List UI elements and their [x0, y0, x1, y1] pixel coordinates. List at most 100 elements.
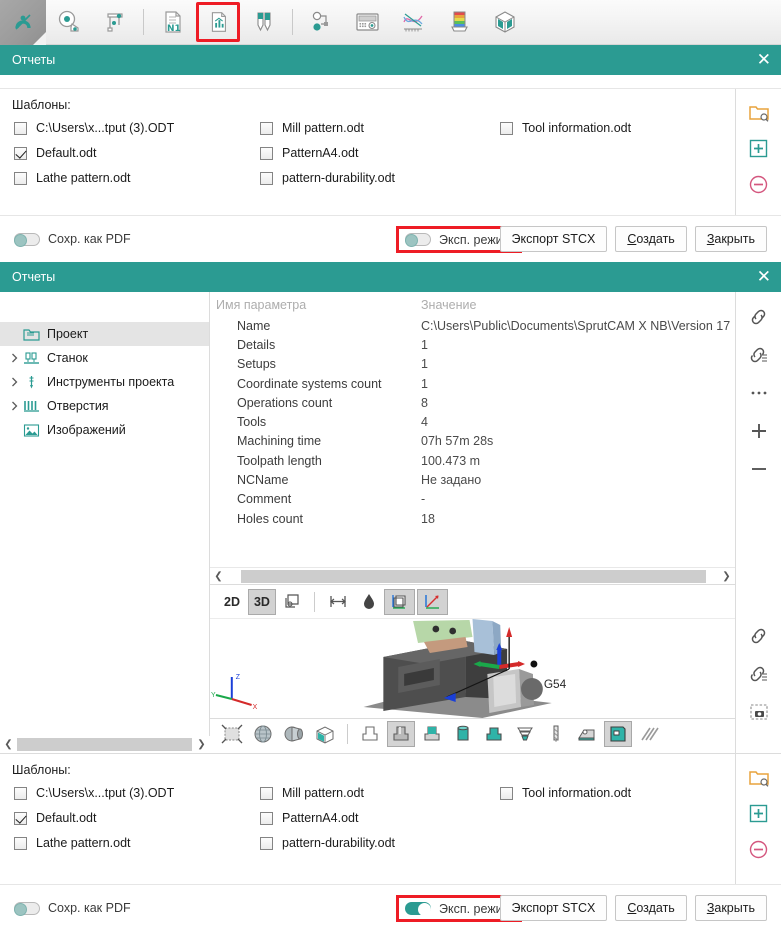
table-row[interactable]: Setups1 [210, 355, 735, 374]
tools-icon[interactable] [242, 2, 286, 42]
template-checkbox-row[interactable]: Default.odt [14, 808, 260, 828]
template-checkbox-row[interactable]: PatternA4.odt [260, 808, 500, 828]
sidebar-item-machine[interactable]: Станок [0, 346, 209, 370]
drill-bit-icon[interactable] [542, 721, 570, 747]
table-row[interactable]: Tools4 [210, 412, 735, 431]
sidebar-item-holes[interactable]: Отверстия [0, 394, 209, 418]
model-3d-viewport[interactable]: G54 Z X Y G54 [210, 618, 735, 718]
template-checkbox-row[interactable]: pattern-durability.odt [260, 833, 500, 853]
reports-icon[interactable] [196, 2, 240, 42]
link-list-icon[interactable] [746, 663, 772, 685]
chevron-right-icon[interactable] [6, 350, 22, 366]
template-checkbox-row[interactable]: Mill pattern.odt [260, 783, 500, 803]
checkbox-lathe-pattern[interactable] [14, 172, 27, 185]
holder-gray-icon[interactable] [387, 721, 415, 747]
scroll-right-arrow[interactable]: ❯ [193, 737, 210, 752]
checkbox-pattern-a4[interactable] [260, 147, 273, 160]
cnc-panel-icon[interactable] [345, 2, 389, 42]
template-checkbox-row[interactable]: C:\Users\x...tput (3).ODT [14, 118, 260, 138]
measure-probe-icon[interactable] [47, 2, 91, 42]
measure-width-icon[interactable] [322, 589, 354, 615]
table-row[interactable]: Details1 [210, 335, 735, 354]
chevron-right-icon[interactable] [6, 398, 22, 414]
checkbox-pattern-durability[interactable] [260, 837, 273, 850]
checkbox-user-output[interactable] [14, 787, 27, 800]
scrollbar-thumb[interactable] [17, 738, 192, 751]
view-2d-button[interactable]: 2D [218, 589, 246, 615]
scroll-left-arrow[interactable]: ❮ [0, 737, 17, 752]
caliper-icon[interactable] [93, 2, 137, 42]
scrollbar-track[interactable] [17, 737, 193, 752]
table-row[interactable]: Machining time07h 57m 28s [210, 432, 735, 451]
toggle-track[interactable] [14, 902, 40, 915]
bounding-box-icon[interactable] [384, 589, 415, 615]
wireframe-icon[interactable] [218, 721, 246, 747]
part-teal-icon[interactable] [604, 721, 632, 747]
table-row[interactable]: Operations count8 [210, 393, 735, 412]
fixture-icon[interactable] [573, 721, 601, 747]
globe-mesh-icon[interactable] [249, 721, 277, 747]
table-row[interactable]: NameC:\Users\Public\Documents\SprutCAM X… [210, 316, 735, 335]
create-button[interactable]: Создать [615, 895, 687, 921]
checkbox-pattern-durability[interactable] [260, 172, 273, 185]
checkbox-tool-information[interactable] [500, 122, 513, 135]
machine-schema-icon[interactable] [299, 2, 343, 42]
scroll-left-arrow[interactable]: ❮ [210, 569, 227, 584]
checkbox-default-odt[interactable] [14, 812, 27, 825]
link-list-icon[interactable] [746, 344, 772, 366]
sidebar-item-images[interactable]: Изображений [0, 418, 209, 442]
axes-vector-icon[interactable] [417, 589, 448, 615]
folder-search-icon[interactable] [746, 101, 772, 123]
table-row[interactable]: Holes count18 [210, 509, 735, 528]
tool-stacked-icon[interactable] [511, 721, 539, 747]
close-icon[interactable]: ✕ [757, 262, 771, 292]
checkbox-user-output[interactable] [14, 122, 27, 135]
export-stcx-button[interactable]: Экспорт STCX [500, 226, 608, 252]
template-checkbox-row[interactable]: pattern-durability.odt [260, 168, 500, 188]
stock-box-icon[interactable] [483, 2, 527, 42]
snapshot-icon[interactable] [278, 589, 307, 615]
template-checkbox-row[interactable]: Lathe pattern.odt [14, 833, 260, 853]
holder-teal-small-icon[interactable] [418, 721, 446, 747]
close-button[interactable]: Закрыть [695, 226, 767, 252]
template-checkbox-row[interactable]: C:\Users\x...tput (3).ODT [14, 783, 260, 803]
close-button[interactable]: Закрыть [695, 895, 767, 921]
tool-short-teal-icon[interactable] [480, 721, 508, 747]
checkbox-mill-pattern[interactable] [260, 122, 273, 135]
toolpath-graph-icon[interactable] [391, 2, 435, 42]
screenshot-icon[interactable] [746, 701, 772, 723]
scrollbar-track[interactable] [227, 569, 718, 584]
checkbox-pattern-a4[interactable] [260, 812, 273, 825]
sidebar-item-project-tools[interactable]: Инструменты проекта [0, 370, 209, 394]
view-3d-button[interactable]: 3D [248, 589, 276, 615]
magnet-logo-icon[interactable] [0, 0, 46, 45]
more-dots-icon[interactable] [746, 382, 772, 404]
shaded-solid-icon[interactable] [280, 721, 308, 747]
chevron-right-icon[interactable] [6, 374, 22, 390]
tree-horizontal-scrollbar[interactable]: ❮ ❯ [0, 736, 210, 753]
add-plus-icon[interactable] [746, 420, 772, 442]
stock-cube-icon[interactable] [311, 721, 339, 747]
checkbox-mill-pattern[interactable] [260, 787, 273, 800]
coolant-drop-icon[interactable] [356, 589, 382, 615]
table-row[interactable]: NCNameНе задано [210, 470, 735, 489]
save-as-pdf-toggle[interactable]: Сохр. как PDF [14, 901, 131, 915]
add-plus-icon[interactable] [746, 137, 772, 159]
remove-minus-icon[interactable] [746, 458, 772, 480]
tool-body-teal-icon[interactable] [449, 721, 477, 747]
parameter-horizontal-scrollbar[interactable]: ❮ ❯ [210, 567, 735, 584]
template-checkbox-row[interactable]: Lathe pattern.odt [14, 168, 260, 188]
create-button[interactable]: Создать [615, 226, 687, 252]
save-as-pdf-toggle[interactable]: Сохр. как PDF [14, 232, 131, 246]
checkbox-default-odt[interactable] [14, 147, 27, 160]
toggle-track[interactable] [14, 233, 40, 246]
sidebar-item-project[interactable]: Проект [0, 322, 209, 346]
template-checkbox-row[interactable]: PatternA4.odt [260, 143, 500, 163]
template-checkbox-row[interactable]: Default.odt [14, 143, 260, 163]
hatch-icon[interactable] [635, 721, 663, 747]
add-plus-icon[interactable] [746, 802, 772, 824]
nc-program-icon[interactable]: N1 [150, 2, 194, 42]
checkbox-tool-information[interactable] [500, 787, 513, 800]
holder-outline-icon[interactable] [356, 721, 384, 747]
template-checkbox-row[interactable]: Mill pattern.odt [260, 118, 500, 138]
